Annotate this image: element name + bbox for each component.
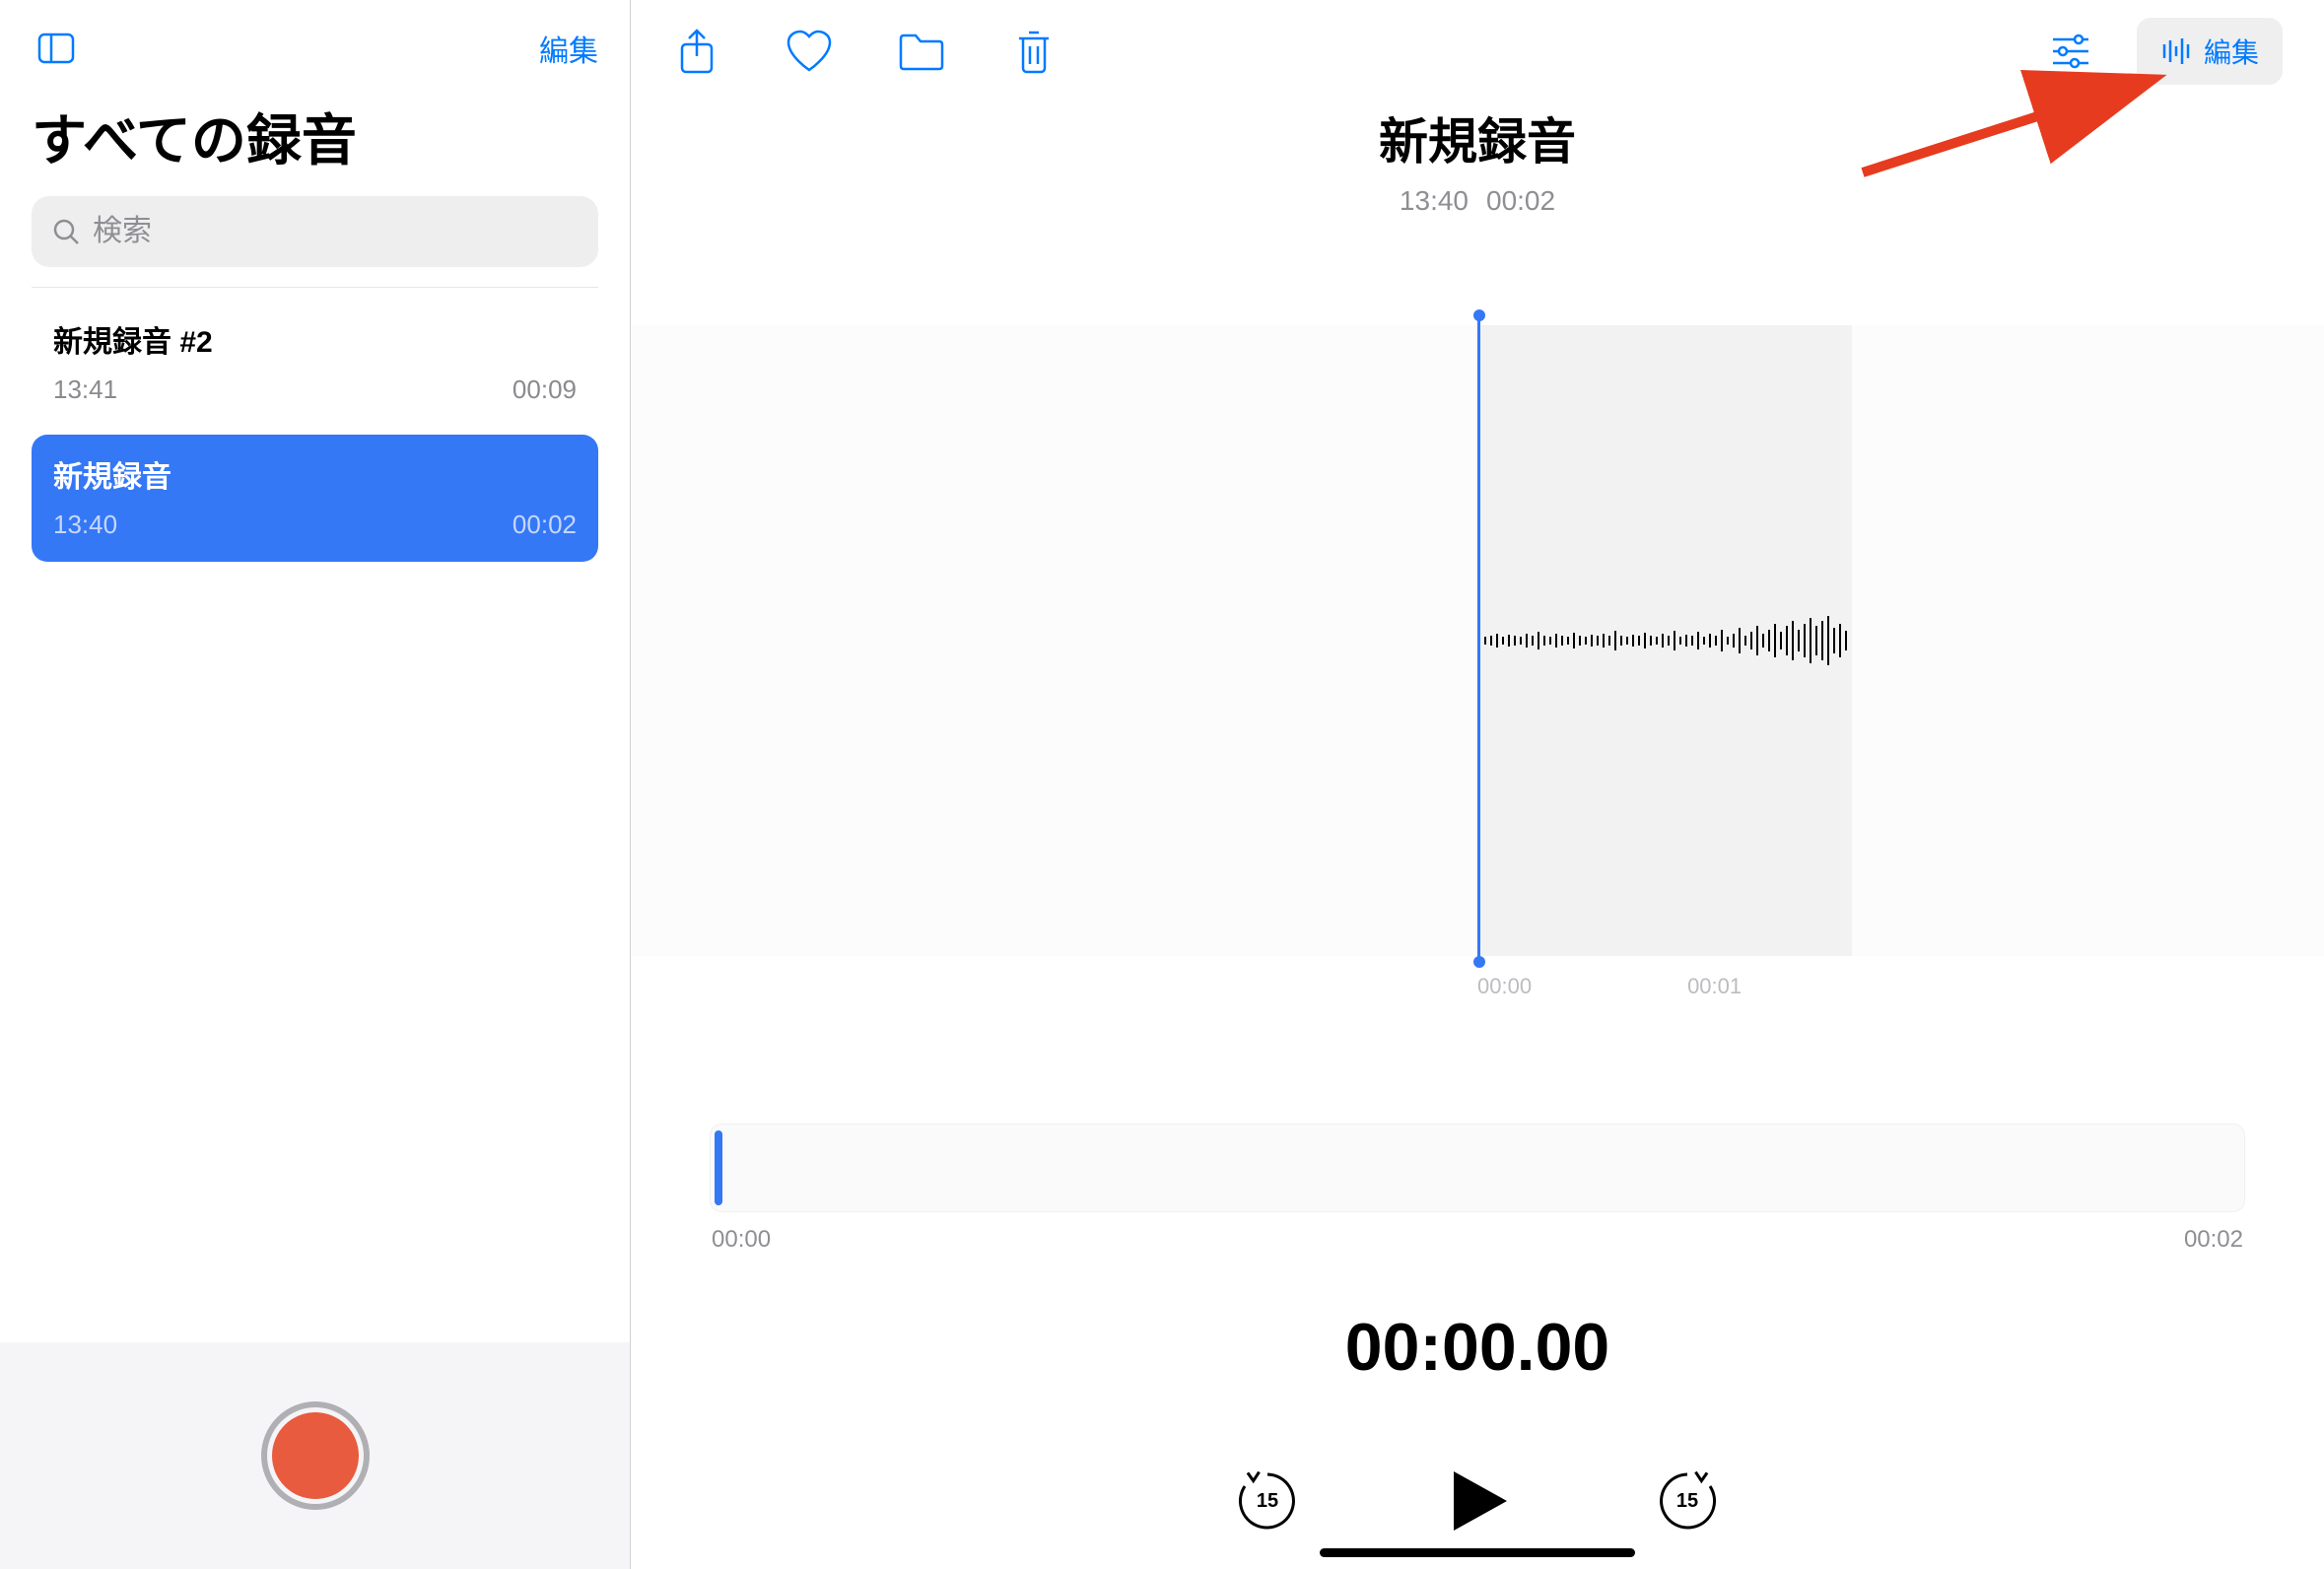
mini-end-time: 00:02 [2184,1226,2243,1254]
recording-subtitle: 13:40 00:02 [631,185,2324,217]
recording-time: 13:41 [53,375,117,405]
recording-item[interactable]: 新規録音 #2 13:41 00:09 [32,300,598,427]
recording-duration: 00:09 [513,375,577,405]
play-icon [1442,1466,1513,1536]
skip-back-button[interactable]: 15 [1231,1465,1304,1537]
delete-button[interactable] [1009,27,1059,76]
heart-icon [785,29,834,74]
folder-button[interactable] [897,27,946,76]
sidebar-toggle-button[interactable] [32,24,81,73]
tick-label: 00:00 [1477,974,1532,999]
tick-label: 00:01 [1687,974,1742,999]
mini-waveform-graphic [740,1168,2274,1170]
waveform-graphic [1477,596,1852,685]
edit-waveform-button[interactable]: 編集 [2137,18,2283,85]
mini-playhead[interactable] [715,1130,722,1205]
record-icon [272,1412,359,1499]
share-button[interactable] [672,27,721,76]
skip-forward-button[interactable]: 15 [1651,1465,1724,1537]
share-icon [676,27,718,76]
recording-time: 13:40 [53,510,117,540]
skip-forward-label: 15 [1676,1490,1698,1513]
recording-list: 新規録音 #2 13:41 00:09 新規録音 13:40 00:02 [0,288,630,1342]
waveform-scrubber[interactable]: 00:00 00:01 [631,325,2324,956]
recording-duration-label: 00:02 [1486,185,1555,216]
edit-waveform-label: 編集 [2204,32,2259,71]
current-time-display: 00:00.00 [631,1309,2324,1386]
waveform-icon [2160,36,2194,66]
play-button[interactable] [1442,1466,1513,1536]
sidebar-icon [34,27,78,70]
search-box[interactable] [32,196,598,267]
search-icon [51,217,81,246]
settings-button[interactable] [2046,27,2095,76]
home-indicator[interactable] [1320,1548,1635,1557]
recording-item[interactable]: 新規録音 13:40 00:02 [32,435,598,562]
favorite-button[interactable] [785,27,834,76]
trash-icon [1013,27,1055,76]
recording-main-title: 新規録音 [631,102,2324,173]
record-footer [0,1342,630,1569]
sliders-icon [2049,30,2092,73]
skip-back-label: 15 [1257,1490,1278,1513]
sidebar-title: すべての録音 [0,89,630,196]
mini-waveform[interactable] [710,1124,2245,1212]
mini-start-time: 00:00 [712,1226,771,1254]
search-input[interactable] [93,215,579,248]
recording-title: 新規録音 #2 [53,317,577,361]
time-ticks: 00:00 00:01 [1477,974,1742,999]
recording-title: 新規録音 [53,452,577,496]
sidebar-edit-button[interactable]: 編集 [539,27,598,70]
recording-time-label: 13:40 [1400,185,1469,216]
playhead[interactable] [1477,315,1480,962]
folder-icon [897,31,946,72]
recording-duration: 00:02 [513,510,577,540]
record-button[interactable] [261,1401,370,1510]
